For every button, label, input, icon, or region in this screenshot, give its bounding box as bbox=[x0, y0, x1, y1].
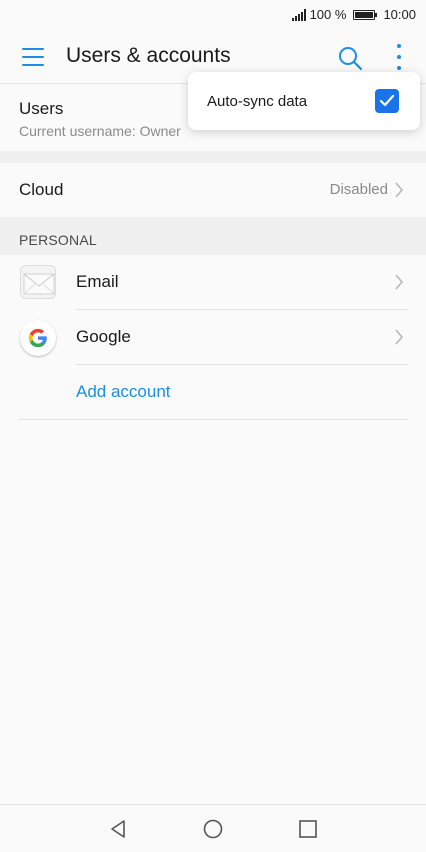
personal-section-header: PERSONAL bbox=[0, 217, 426, 255]
add-account-row: Add account bbox=[0, 365, 426, 420]
auto-sync-checkbox[interactable] bbox=[375, 89, 399, 113]
google-icon bbox=[20, 320, 56, 356]
personal-header-label: PERSONAL bbox=[19, 232, 97, 248]
users-title: Users bbox=[19, 99, 64, 118]
account-row-google[interactable]: Google bbox=[0, 310, 426, 365]
auto-sync-label[interactable]: Auto-sync data bbox=[207, 93, 307, 110]
page-title: Users & accounts bbox=[66, 44, 231, 67]
cloud-title: Cloud bbox=[19, 180, 64, 199]
home-icon[interactable] bbox=[201, 817, 225, 841]
status-icons: 100 % 10:00 bbox=[291, 7, 416, 22]
current-username: Current username: Owner bbox=[19, 123, 181, 139]
status-bar: 100 % 10:00 bbox=[0, 0, 426, 30]
clock: 10:00 bbox=[383, 7, 416, 22]
signal-icon bbox=[291, 8, 306, 21]
cloud-status: Disabled bbox=[329, 181, 388, 198]
overflow-menu: Auto-sync data bbox=[188, 72, 420, 130]
account-label-email: Email bbox=[76, 272, 119, 291]
recents-icon[interactable] bbox=[296, 817, 320, 841]
search-icon[interactable] bbox=[338, 46, 362, 70]
menu-icon[interactable] bbox=[22, 48, 44, 66]
battery-icon bbox=[353, 9, 378, 20]
navigation-bar bbox=[0, 804, 426, 852]
checkmark-icon bbox=[379, 94, 395, 107]
chevron-right-icon bbox=[395, 182, 403, 198]
section-divider bbox=[0, 151, 426, 163]
chevron-right-icon bbox=[395, 329, 403, 345]
back-icon[interactable] bbox=[106, 817, 130, 841]
email-icon bbox=[20, 265, 56, 301]
account-row-email[interactable]: Email bbox=[0, 255, 426, 310]
account-label-google: Google bbox=[76, 327, 131, 346]
cloud-row[interactable]: Cloud Disabled bbox=[0, 163, 426, 217]
row-divider bbox=[19, 419, 408, 420]
battery-percent: 100 % bbox=[309, 7, 347, 22]
more-options-icon[interactable] bbox=[392, 44, 406, 70]
chevron-right-icon bbox=[395, 274, 403, 290]
add-account-button[interactable]: Add account bbox=[76, 382, 171, 402]
